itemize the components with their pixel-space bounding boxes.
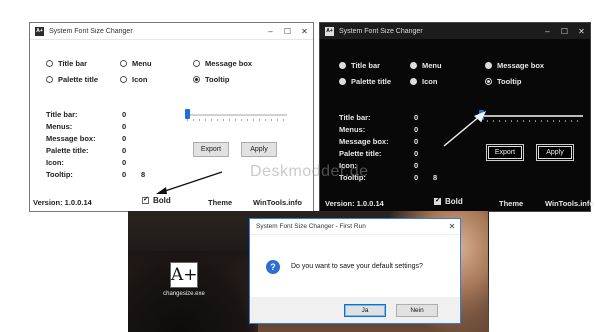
radio-selected-icon <box>193 76 200 83</box>
close-icon[interactable]: ✕ <box>296 27 313 36</box>
dialog-title-bar[interactable]: System Font Size Changer - First Run ✕ <box>250 219 460 235</box>
label-title-bar: Title bar: <box>46 110 78 119</box>
radio-palette-title[interactable]: Palette title <box>46 75 98 84</box>
radio-title-bar[interactable]: Title bar <box>46 59 87 68</box>
radio-circle-icon <box>46 76 53 83</box>
title-bar[interactable]: A+ System Font Size Changer – ☐ ✕ <box>320 23 590 39</box>
value-message-box: 0 <box>414 137 419 146</box>
radio-icon[interactable]: Icon <box>410 77 437 86</box>
radio-circle-icon <box>485 62 492 69</box>
window-title: System Font Size Changer <box>339 27 423 35</box>
radio-palette-title[interactable]: Palette title <box>339 77 391 86</box>
radio-circle-icon <box>339 62 346 69</box>
radio-circle-icon <box>120 60 127 67</box>
label-message-box: Message box: <box>339 137 389 146</box>
dialog-button-bar: Ja Nein <box>250 297 460 323</box>
close-icon[interactable]: ✕ <box>444 222 460 231</box>
radio-circle-icon <box>120 76 127 83</box>
close-icon[interactable]: ✕ <box>573 27 590 36</box>
yes-button[interactable]: Ja <box>344 304 386 317</box>
checkbox-checked-icon <box>142 195 149 204</box>
app-icon: A+ <box>325 26 334 36</box>
radio-circle-icon <box>410 62 417 69</box>
value-tooltip: 0 <box>414 173 419 182</box>
minimize-icon[interactable]: – <box>262 27 279 36</box>
label-palette-title: Palette title: <box>339 149 382 158</box>
value-title-bar: 0 <box>122 110 127 119</box>
radio-selected-icon <box>485 78 492 85</box>
label-menus: Menus: <box>339 125 366 134</box>
value-palette-title: 0 <box>414 149 419 158</box>
question-icon: ? <box>266 260 280 274</box>
slider-thumb[interactable] <box>185 109 190 119</box>
label-menus: Menus: <box>46 122 73 131</box>
wintools-link[interactable]: WinTools.info <box>253 198 302 207</box>
value-tooltip-size: 8 <box>433 173 438 182</box>
dialog-title: System Font Size Changer - First Run <box>256 223 366 230</box>
version-label: Version: 1.0.0.14 <box>33 198 92 207</box>
first-run-dialog: System Font Size Changer - First Run ✕ ?… <box>249 218 461 324</box>
radio-circle-icon <box>193 60 200 67</box>
app-icon: A+ <box>35 26 44 36</box>
label-message-box: Message box: <box>46 134 96 143</box>
changesize-shortcut-icon[interactable]: A+ <box>170 262 198 288</box>
bold-checkbox[interactable]: Bold <box>434 196 463 206</box>
value-palette-title: 0 <box>122 146 127 155</box>
version-label: Version: 1.0.0.14 <box>325 199 384 208</box>
radio-menu[interactable]: Menu <box>410 61 442 70</box>
no-button[interactable]: Nein <box>396 304 438 317</box>
changesize-shortcut-label[interactable]: changesize.exe <box>152 291 216 297</box>
label-palette-title: Palette title: <box>46 146 89 155</box>
radio-title-bar[interactable]: Title bar <box>339 61 380 70</box>
font-size-slider[interactable] <box>479 110 583 122</box>
label-title-bar: Title bar: <box>339 113 371 122</box>
theme-link[interactable]: Theme <box>499 199 523 208</box>
maximize-icon[interactable]: ☐ <box>279 27 296 36</box>
maximize-icon[interactable]: ☐ <box>556 27 573 36</box>
arrow-to-bold-icon <box>156 171 223 194</box>
radio-icon[interactable]: Icon <box>120 75 147 84</box>
checkbox-checked-icon <box>434 196 441 205</box>
minimize-icon[interactable]: – <box>539 27 556 36</box>
value-icon: 0 <box>122 158 127 167</box>
title-bar[interactable]: A+ System Font Size Changer – ☐ ✕ <box>30 23 313 40</box>
arrow-to-slider-icon <box>443 111 486 147</box>
watermark-text: Deskmodder.de <box>250 163 369 180</box>
window-title: System Font Size Changer <box>49 27 133 35</box>
radio-tooltip[interactable]: Tooltip <box>485 77 521 86</box>
radio-circle-icon <box>410 78 417 85</box>
value-menus: 0 <box>414 125 419 134</box>
radio-menu[interactable]: Menu <box>120 59 152 68</box>
radio-circle-icon <box>46 60 53 67</box>
wintools-link[interactable]: WinTools.info <box>545 199 594 208</box>
value-message-box: 0 <box>122 134 127 143</box>
value-icon: 0 <box>414 161 419 170</box>
dialog-message: Do you want to save your default setting… <box>291 263 423 270</box>
export-button[interactable]: Export <box>488 146 522 159</box>
value-title-bar: 0 <box>414 113 419 122</box>
value-menus: 0 <box>122 122 127 131</box>
font-size-slider[interactable] <box>185 109 287 121</box>
label-tooltip: Tooltip: <box>46 170 73 179</box>
apply-button[interactable]: Apply <box>538 146 572 159</box>
radio-message-box[interactable]: Message box <box>193 59 252 68</box>
value-tooltip-size: 8 <box>141 170 146 179</box>
label-icon: Icon: <box>46 158 64 167</box>
apply-button[interactable]: Apply <box>241 142 277 157</box>
radio-message-box[interactable]: Message box <box>485 61 544 70</box>
radio-circle-icon <box>339 78 346 85</box>
value-tooltip: 0 <box>122 170 127 179</box>
theme-link[interactable]: Theme <box>208 198 232 207</box>
radio-tooltip[interactable]: Tooltip <box>193 75 229 84</box>
export-button[interactable]: Export <box>193 142 229 157</box>
